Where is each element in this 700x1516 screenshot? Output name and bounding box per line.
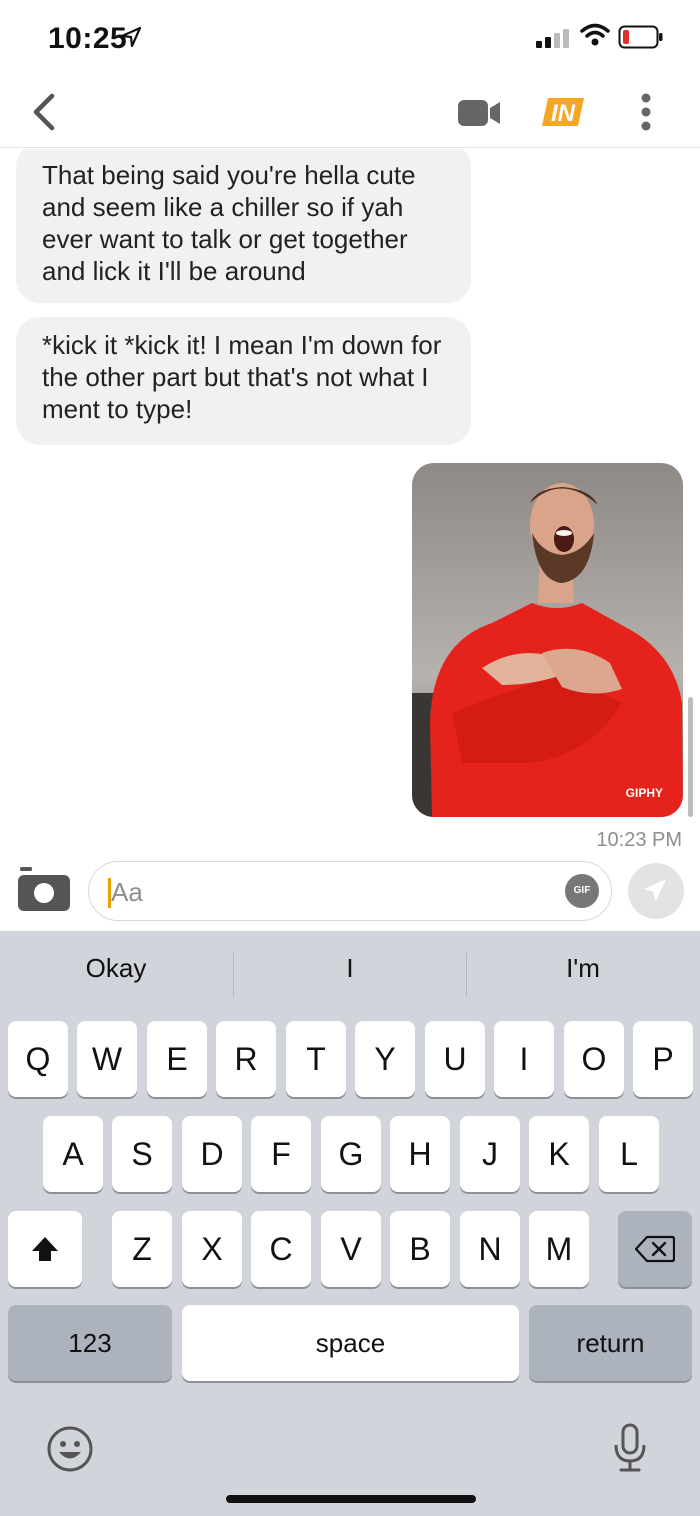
- microphone-icon[interactable]: [612, 1423, 648, 1473]
- more-options-icon[interactable]: [636, 90, 656, 134]
- key-y[interactable]: Y: [355, 1021, 415, 1097]
- key-e[interactable]: E: [147, 1021, 207, 1097]
- return-key[interactable]: return: [529, 1305, 692, 1381]
- key-p[interactable]: P: [633, 1021, 693, 1097]
- key-z[interactable]: Z: [112, 1211, 172, 1287]
- key-x[interactable]: X: [182, 1211, 242, 1287]
- back-chevron-icon[interactable]: [28, 92, 62, 132]
- key-i[interactable]: I: [494, 1021, 554, 1097]
- suggestion-okay[interactable]: Okay: [0, 953, 232, 984]
- message-input-placeholder: Aa: [111, 877, 143, 907]
- message-composer: Aa GIF: [0, 855, 700, 931]
- delete-key[interactable]: [618, 1211, 692, 1287]
- key-w[interactable]: W: [77, 1021, 137, 1097]
- keyboard: Okay I I'm Q W E R T Y U I O P A S D F G…: [0, 931, 700, 1516]
- key-b[interactable]: B: [390, 1211, 450, 1287]
- outgoing-gif-message[interactable]: GIPHY: [412, 463, 683, 817]
- chat-screen: 10:25 IN That being said you're hella cu…: [0, 0, 700, 1516]
- gif-image: GIPHY: [412, 463, 683, 817]
- suggestion-im[interactable]: I'm: [467, 953, 699, 984]
- giphy-badge: GIPHY: [626, 786, 663, 800]
- video-call-icon[interactable]: [458, 98, 502, 128]
- incoming-message-bubble[interactable]: That being said you're hella cute and se…: [16, 149, 471, 303]
- key-g[interactable]: G: [321, 1116, 381, 1192]
- wifi-icon: [580, 23, 610, 46]
- key-a[interactable]: A: [43, 1116, 103, 1192]
- incoming-message-bubble[interactable]: *kick it *kick it! I mean I'm down for t…: [16, 317, 471, 445]
- key-u[interactable]: U: [425, 1021, 485, 1097]
- key-m[interactable]: M: [529, 1211, 589, 1287]
- key-h[interactable]: H: [390, 1116, 450, 1192]
- home-indicator[interactable]: [226, 1495, 476, 1503]
- key-r[interactable]: R: [216, 1021, 276, 1097]
- key-s[interactable]: S: [112, 1116, 172, 1192]
- key-v[interactable]: V: [321, 1211, 381, 1287]
- message-text: *kick it *kick it! I mean I'm down for t…: [42, 330, 442, 424]
- status-time: 10:25: [48, 22, 128, 55]
- key-d[interactable]: D: [182, 1116, 242, 1192]
- scrollbar[interactable]: [688, 697, 693, 817]
- status-bar: 10:25: [0, 0, 700, 80]
- brand-logo-text: IN: [551, 100, 576, 127]
- key-t[interactable]: T: [286, 1021, 346, 1097]
- key-n[interactable]: N: [460, 1211, 520, 1287]
- suggestion-i[interactable]: I: [234, 953, 466, 984]
- key-k[interactable]: K: [529, 1116, 589, 1192]
- message-thread[interactable]: That being said you're hella cute and se…: [0, 149, 700, 855]
- key-o[interactable]: O: [564, 1021, 624, 1097]
- space-key[interactable]: space: [182, 1305, 519, 1381]
- key-l[interactable]: L: [599, 1116, 659, 1192]
- conversation-header: IN: [0, 80, 700, 148]
- key-f[interactable]: F: [251, 1116, 311, 1192]
- emoji-icon[interactable]: [46, 1425, 94, 1473]
- shift-arrow-icon: [32, 1237, 58, 1261]
- send-button[interactable]: [628, 863, 684, 919]
- signal-icon: [536, 29, 569, 48]
- message-input[interactable]: Aa GIF: [88, 861, 612, 921]
- numbers-key[interactable]: 123: [8, 1305, 172, 1381]
- brand-logo-button[interactable]: IN: [540, 94, 586, 130]
- battery-icon: [618, 25, 663, 49]
- gif-button[interactable]: GIF: [565, 874, 599, 908]
- predictive-bar: Okay I I'm: [0, 931, 700, 1019]
- location-arrow-icon: [120, 26, 142, 48]
- key-c[interactable]: C: [251, 1211, 311, 1287]
- key-j[interactable]: J: [460, 1116, 520, 1192]
- send-arrow-icon: [644, 879, 666, 901]
- message-timestamp: 10:23 PM: [596, 829, 682, 851]
- message-text: That being said you're hella cute and se…: [42, 160, 416, 286]
- camera-icon[interactable]: [18, 865, 70, 911]
- shift-key[interactable]: [8, 1211, 82, 1287]
- backspace-icon: [634, 1235, 676, 1263]
- key-q[interactable]: Q: [8, 1021, 68, 1097]
